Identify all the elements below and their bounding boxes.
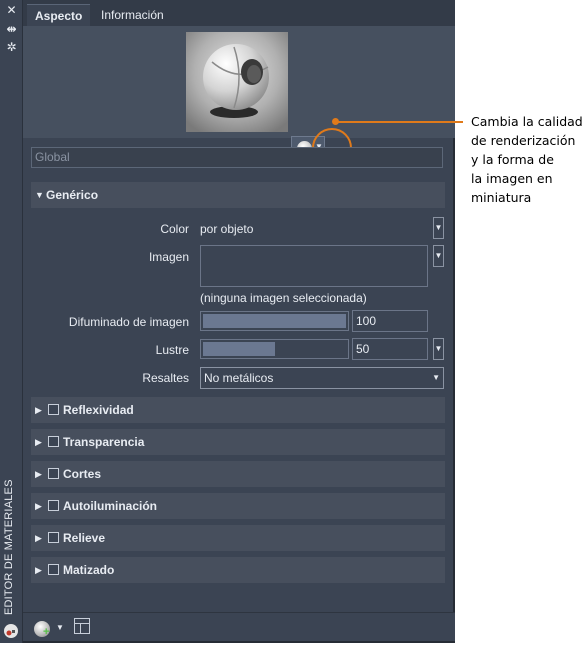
gloss-value-field[interactable]: 50	[352, 338, 428, 360]
fade-slider-fill	[203, 314, 346, 328]
image-none-text: (ninguna imagen seleccionada)	[200, 291, 367, 305]
fade-label: Difuminado de imagen	[68, 315, 189, 329]
expand-arrow-icon: ▼	[35, 190, 44, 200]
callout-line-2: de renderización	[471, 133, 576, 148]
section-checkbox[interactable]	[48, 532, 59, 543]
highlights-value: No metálicos	[204, 371, 274, 385]
expand-arrow-icon: ▶	[35, 437, 42, 447]
section-checkbox[interactable]	[48, 436, 59, 447]
color-dropdown-button[interactable]: ▼	[433, 217, 444, 239]
palette-title: EDITOR DE MATERIALES	[3, 479, 15, 615]
callout-line-3: y la forma de	[471, 152, 554, 167]
materials-logo-icon	[4, 624, 18, 638]
pin-icon[interactable]: ⇹	[4, 22, 19, 37]
material-preview-image	[186, 32, 288, 132]
chevron-down-icon: ▼	[56, 623, 64, 632]
material-browser-icon[interactable]	[74, 618, 90, 634]
tab-aspecto[interactable]: Aspecto	[27, 4, 91, 26]
color-label: Color	[160, 222, 189, 236]
gloss-slider-fill	[203, 342, 275, 356]
color-value: por objeto	[200, 222, 254, 236]
callout-line-5: miniatura	[471, 190, 532, 205]
section-matizado-header[interactable]: ▶ Matizado	[31, 557, 445, 583]
section-cortes-header[interactable]: ▶ Cortes	[31, 461, 445, 487]
section-checkbox[interactable]	[48, 404, 59, 415]
fade-value-field[interactable]: 100	[352, 310, 428, 332]
section-generico-header[interactable]: ▼ Genérico	[31, 182, 445, 208]
tab-informacion[interactable]: Información	[93, 4, 172, 26]
highlights-select[interactable]: No metálicos ▼	[200, 367, 444, 389]
settings-icon[interactable]: ✲	[4, 40, 19, 55]
callout-text: Cambia la calidad de renderización y la …	[471, 112, 585, 207]
fade-slider[interactable]	[200, 311, 349, 331]
section-checkbox[interactable]	[48, 500, 59, 511]
section-checkbox[interactable]	[48, 468, 59, 479]
gloss-label: Lustre	[155, 343, 189, 357]
expand-arrow-icon: ▶	[35, 405, 42, 415]
section-title: Reflexividad	[63, 403, 134, 417]
callout-line-1: Cambia la calidad	[471, 114, 583, 129]
section-checkbox[interactable]	[48, 564, 59, 575]
section-autoiluminacion-header[interactable]: ▶ Autoiluminación	[31, 493, 445, 519]
image-slot[interactable]	[200, 245, 428, 287]
palette-title-bar: ✕ ⇹ ✲ EDITOR DE MATERIALES	[0, 0, 23, 643]
close-icon[interactable]: ✕	[4, 3, 19, 18]
section-title: Matizado	[63, 563, 115, 577]
section-title: Transparencia	[63, 435, 145, 449]
section-title: Cortes	[63, 467, 102, 481]
plus-icon: +	[43, 626, 50, 638]
expand-arrow-icon: ▶	[35, 533, 42, 543]
section-title: Autoiluminación	[63, 499, 157, 513]
expand-arrow-icon: ▶	[35, 469, 42, 479]
section-reflexividad-header[interactable]: ▶ Reflexividad	[31, 397, 445, 423]
tab-bar: Aspecto Información	[23, 0, 455, 26]
section-title: Genérico	[46, 188, 99, 202]
callout-dot	[332, 118, 339, 125]
section-relieve-header[interactable]: ▶ Relieve	[31, 525, 445, 551]
expand-arrow-icon: ▶	[35, 565, 42, 575]
material-editor-panel: Aspecto Información Global ▼ Genérico Co…	[23, 0, 455, 643]
callout-line	[336, 121, 463, 123]
image-dropdown-button[interactable]: ▼	[433, 245, 444, 267]
callout-line-4: la imagen en	[471, 171, 553, 186]
chevron-down-icon: ▼	[432, 373, 440, 382]
highlights-label: Resaltes	[142, 371, 189, 385]
material-name-field[interactable]: Global	[31, 147, 443, 168]
create-material-button[interactable]: + ▼	[31, 615, 65, 639]
image-label: Imagen	[148, 250, 189, 264]
gloss-dropdown-button[interactable]: ▼	[433, 338, 444, 360]
bottom-toolbar: + ▼	[23, 612, 455, 641]
gloss-slider[interactable]	[200, 339, 349, 359]
expand-arrow-icon: ▶	[35, 501, 42, 511]
section-title: Relieve	[63, 531, 106, 545]
section-transparencia-header[interactable]: ▶ Transparencia	[31, 429, 445, 455]
